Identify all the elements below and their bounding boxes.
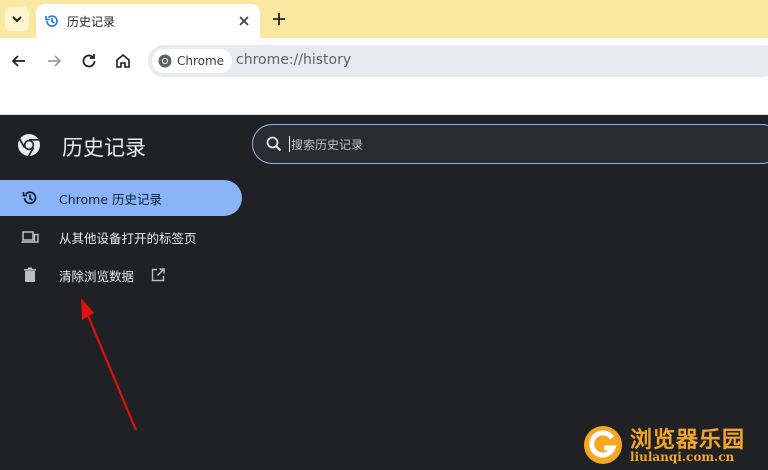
text-cursor — [289, 136, 290, 152]
tab-strip: 历史记录 — [0, 0, 768, 38]
watermark-url: liulanqi.com.cn — [630, 450, 735, 464]
search-icon — [266, 136, 282, 152]
sidebar-item-label: 从其他设备打开的标签页 — [59, 230, 197, 246]
sidebar-item-other-devices[interactable]: 从其他设备打开的标签页 — [0, 219, 242, 255]
site-info-chip[interactable]: Chrome — [152, 49, 233, 73]
trash-icon — [24, 267, 36, 282]
url-text[interactable]: chrome://history — [236, 52, 351, 68]
history-page: 历史记录 搜索历史记录 Chrome 历史记录 从其他设备打开的标签页 清除浏览… — [0, 115, 768, 470]
history-icon — [45, 15, 58, 27]
chip-label: Chrome — [177, 54, 225, 68]
home-icon[interactable] — [113, 51, 133, 71]
search-placeholder: 搜索历史记录 — [291, 138, 364, 152]
address-bar[interactable]: Chrome chrome://history — [148, 45, 768, 77]
back-arrow-icon[interactable] — [9, 51, 29, 71]
close-icon[interactable] — [236, 13, 252, 29]
bookmarks-bar — [0, 84, 768, 115]
chrome-logo-icon — [18, 134, 40, 157]
forward-arrow-icon[interactable] — [44, 51, 64, 71]
history-icon — [22, 191, 37, 205]
sidebar-item-clear-browsing-data[interactable]: 清除浏览数据 — [0, 257, 242, 293]
reload-icon[interactable] — [79, 51, 99, 71]
watermark-logo-icon — [584, 426, 622, 464]
watermark: 浏览器乐园 liulanqi.com.cn — [582, 420, 762, 468]
new-tab-plus-icon[interactable] — [270, 10, 288, 28]
search-input[interactable]: 搜索历史记录 — [252, 124, 768, 164]
tab-title: 历史记录 — [67, 15, 116, 29]
page-header: 历史记录 搜索历史记录 — [0, 115, 768, 175]
external-link-icon — [151, 268, 165, 282]
sidebar-item-label: Chrome 历史记录 — [59, 191, 163, 207]
devices-icon — [21, 231, 39, 243]
active-tab[interactable]: 历史记录 — [36, 4, 260, 38]
page-title: 历史记录 — [62, 136, 146, 160]
chrome-logo-icon — [158, 54, 172, 68]
chevron-down-icon — [12, 16, 22, 23]
tab-search-button[interactable] — [5, 7, 29, 31]
sidebar-item-label: 清除浏览数据 — [59, 268, 135, 284]
sidebar-item-chrome-history[interactable]: Chrome 历史记录 — [0, 180, 242, 216]
toolbar: Chrome chrome://history — [0, 38, 768, 84]
